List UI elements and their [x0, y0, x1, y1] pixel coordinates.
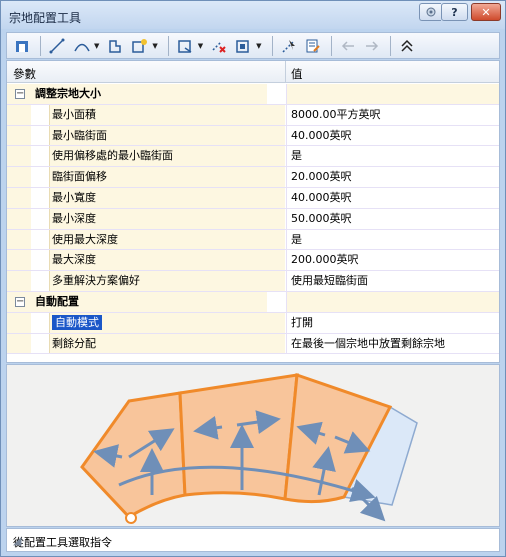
parcel-preview-illustration: [80, 372, 418, 524]
property-row[interactable]: 臨街面偏移 20.000英呎: [7, 167, 499, 188]
select-line-icon[interactable]: [278, 35, 300, 57]
property-row[interactable]: 剩餘分配 在最後一個宗地中放置剩餘宗地: [7, 333, 499, 355]
property-row[interactable]: 使用最大深度是: [7, 229, 499, 251]
property-row[interactable]: 使用偏移處的最小臨街面是: [7, 146, 499, 168]
separator: [330, 35, 332, 56]
property-name: 剩餘分配: [49, 333, 285, 354]
separator: [271, 35, 273, 56]
line-icon[interactable]: [46, 35, 68, 57]
category-value: [286, 84, 499, 104]
parcel-2: [178, 373, 299, 501]
property-name: 使用偏移處的最小臨街面: [49, 146, 285, 167]
property-value[interactable]: 50.000英呎: [286, 208, 499, 229]
row-gutter: −: [7, 291, 31, 312]
separator: [167, 35, 169, 56]
property-name: 最小臨街面: [49, 125, 285, 146]
close-button[interactable]: ✕: [471, 3, 501, 21]
property-row[interactable]: 最小臨街面 40.000英呎: [7, 125, 499, 147]
property-row[interactable]: 多重解決方案偏好 使用最短臨街面: [7, 271, 499, 292]
property-value[interactable]: 打開: [286, 312, 499, 333]
add-parcel-icon[interactable]: ▼: [128, 35, 160, 57]
separator: [389, 35, 391, 56]
property-name: 使用最大深度: [49, 229, 285, 250]
delete-sub-entity-icon[interactable]: [208, 35, 230, 57]
select-alignment-icon[interactable]: [11, 35, 33, 57]
undo-icon[interactable]: [337, 35, 359, 57]
parcel-layout-tools-window: 宗地配置工具 ? ✕ ▼ ▼ ▼ ▼ 參數 值 − 調整宗地大小 最小面積 80…: [0, 0, 506, 557]
status-bar: 從配置工具選取指令 ◢: [6, 528, 500, 552]
collapse-icon[interactable]: [396, 35, 418, 57]
collapse-toggle-icon[interactable]: −: [15, 89, 25, 99]
window-title: 宗地配置工具: [9, 11, 82, 25]
category-row-automatic-layout[interactable]: − 自動配置: [7, 291, 499, 313]
property-row[interactable]: 最大深度 200.000英呎: [7, 250, 499, 272]
property-value[interactable]: 40.000英呎: [286, 125, 499, 146]
property-value[interactable]: 在最後一個宗地中放置剩餘宗地: [286, 333, 499, 354]
collapse-toggle-icon[interactable]: −: [15, 296, 25, 307]
category-label: 調整宗地大小: [31, 84, 267, 104]
curve-icon[interactable]: ▼: [70, 35, 102, 57]
toolbar: ▼ ▼ ▼ ▼: [6, 32, 500, 59]
property-value[interactable]: 是: [286, 146, 499, 167]
grid-rows: − 調整宗地大小 最小面積 8000.00平方英呎 最小臨街面 40.000英呎 使…: [7, 84, 499, 355]
property-name: 最大深度: [49, 250, 285, 271]
parcel-union-icon[interactable]: ▼: [232, 35, 264, 57]
property-row[interactable]: 最小深度 50.000英呎: [7, 208, 499, 230]
title-bar[interactable]: 宗地配置工具 ? ✕: [1, 1, 505, 29]
start-point-marker: [125, 512, 137, 524]
row-gutter: −: [7, 84, 31, 104]
property-row[interactable]: 最小寬度 40.000英呎: [7, 187, 499, 209]
property-grid: 參數 值 − 調整宗地大小 最小面積 8000.00平方英呎 最小臨街面 40.00…: [6, 60, 500, 363]
slide-line-icon[interactable]: ▼: [174, 35, 206, 57]
layout-preview-panel: [6, 364, 500, 527]
property-row[interactable]: 最小面積 8000.00平方英呎: [7, 104, 499, 126]
property-name: 最小面積: [49, 104, 285, 125]
redo-icon[interactable]: [361, 35, 383, 57]
property-value[interactable]: 20.000英呎: [286, 167, 499, 187]
property-name: 臨街面偏移: [49, 167, 285, 187]
separator: [40, 35, 41, 56]
column-divider[interactable]: [285, 61, 286, 83]
pin-icon[interactable]: [419, 3, 441, 21]
property-value[interactable]: 使用最短臨街面: [286, 271, 499, 291]
property-name: 最小深度: [49, 208, 285, 229]
property-value[interactable]: 200.000英呎: [286, 250, 499, 271]
property-value[interactable]: 40.000英呎: [286, 187, 499, 208]
column-header-value[interactable]: 值: [291, 66, 303, 82]
property-name: 多重解決方案偏好: [49, 271, 285, 291]
help-button[interactable]: ?: [441, 3, 468, 21]
property-row-selected[interactable]: 自動模式 打開: [7, 312, 499, 334]
frontage-icon[interactable]: [104, 35, 126, 57]
selected-property-name: 自動模式: [52, 314, 102, 330]
category-label: 自動配置: [31, 291, 267, 312]
property-name: 自動模式: [49, 312, 285, 333]
grid-header: 參數 值: [7, 61, 499, 83]
category-value: [286, 291, 499, 312]
column-header-parameter[interactable]: 參數: [13, 66, 36, 82]
category-row-resize[interactable]: − 調整宗地大小: [7, 84, 499, 105]
property-value[interactable]: 8000.00平方英呎: [286, 104, 499, 125]
resize-grip-icon[interactable]: ◢: [13, 534, 496, 549]
property-value[interactable]: 是: [286, 229, 499, 250]
edit-table-icon[interactable]: [302, 35, 324, 57]
property-name: 最小寬度: [49, 187, 285, 208]
